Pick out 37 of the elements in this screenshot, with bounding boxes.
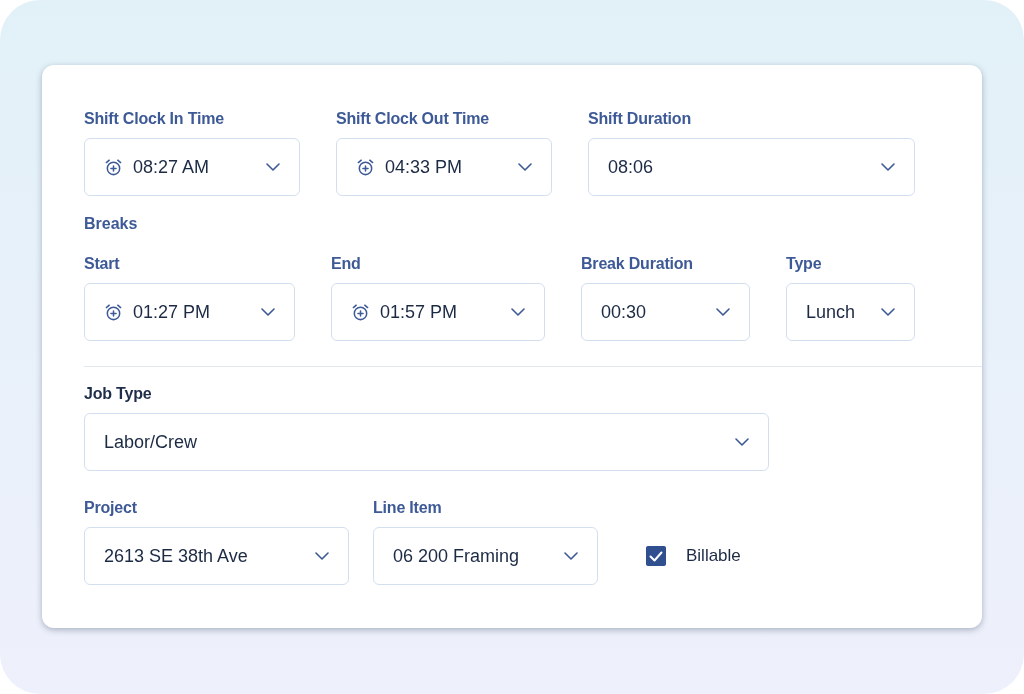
chevron-down-icon bbox=[518, 163, 532, 171]
chevron-down-icon bbox=[881, 308, 895, 316]
chevron-down-icon bbox=[511, 308, 525, 316]
field-label: Shift Clock Out Time bbox=[336, 110, 490, 128]
alarm-clock-icon bbox=[356, 157, 375, 177]
dropdown-field[interactable]: 01:27 PM bbox=[84, 283, 295, 341]
checkbox-label: Billable bbox=[686, 546, 741, 566]
dropdown-field[interactable]: 06 200 Framing bbox=[373, 527, 598, 585]
field-label: Project bbox=[84, 499, 137, 517]
chevron-down-icon bbox=[315, 552, 329, 560]
field-label: Shift Duration bbox=[588, 110, 691, 128]
field-label: Type bbox=[786, 255, 822, 273]
chevron-down-icon bbox=[564, 552, 578, 560]
chevron-down-icon bbox=[261, 308, 275, 316]
dropdown-field[interactable]: 04:33 PM bbox=[336, 138, 552, 196]
dropdown-field[interactable]: Lunch bbox=[786, 283, 915, 341]
field-label: Shift Clock In Time bbox=[84, 110, 224, 128]
field-label: Start bbox=[84, 255, 120, 273]
alarm-clock-icon bbox=[104, 157, 123, 177]
dropdown-field[interactable]: 00:30 bbox=[581, 283, 750, 341]
chevron-down-icon bbox=[716, 308, 730, 316]
field-label: Line Item bbox=[373, 499, 442, 517]
dropdown-field[interactable]: 08:27 AM bbox=[84, 138, 300, 196]
field-label: Job Type bbox=[84, 385, 152, 403]
alarm-clock-icon bbox=[351, 302, 370, 322]
alarm-clock-icon bbox=[104, 302, 123, 322]
field-label: Break Duration bbox=[581, 255, 693, 273]
dropdown-field[interactable]: 2613 SE 38th Ave bbox=[84, 527, 349, 585]
chevron-down-icon bbox=[735, 438, 749, 446]
chevron-down-icon bbox=[881, 163, 895, 171]
field-label: End bbox=[331, 255, 361, 273]
dropdown-field[interactable]: 01:57 PM bbox=[331, 283, 545, 341]
dropdown-field[interactable]: 08:06 bbox=[588, 138, 915, 196]
chevron-down-icon bbox=[266, 163, 280, 171]
section-title: Breaks bbox=[84, 215, 139, 233]
checkbox[interactable] bbox=[646, 546, 666, 566]
dropdown-field[interactable]: Labor/Crew bbox=[84, 413, 769, 471]
